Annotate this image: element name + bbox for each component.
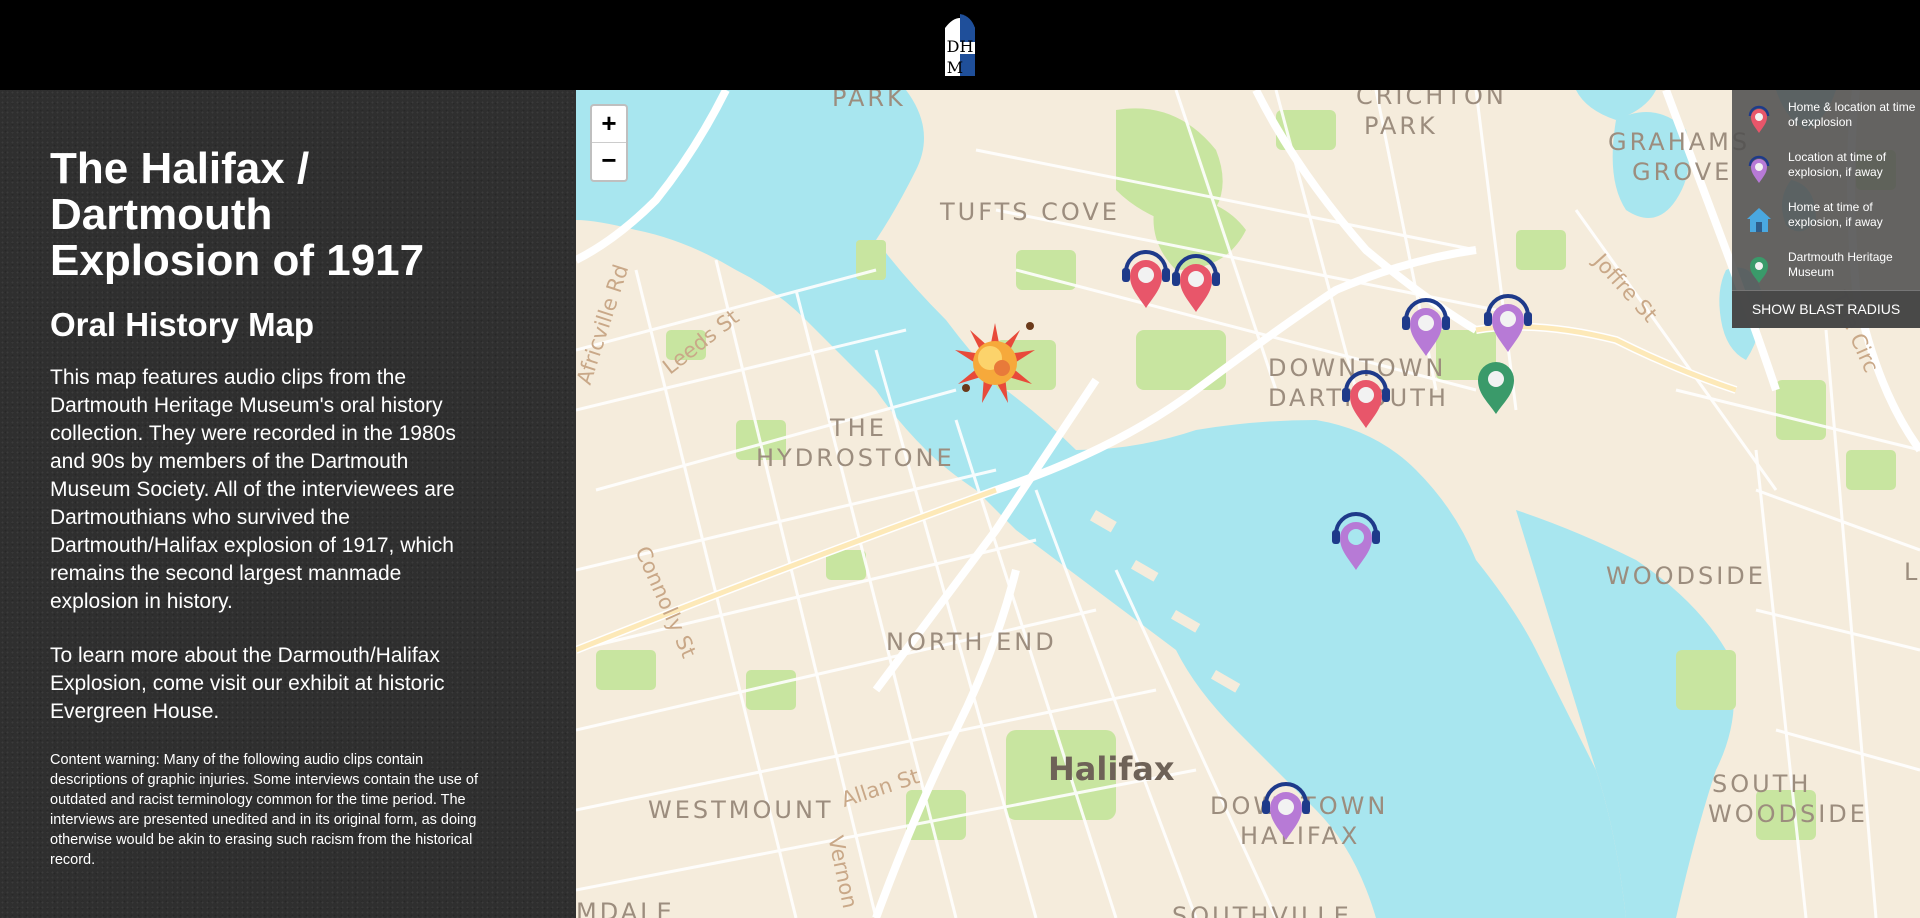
legend-label: Home at time of explosion, if away [1788, 200, 1883, 229]
map-label-the-hydrostone: THE [830, 414, 887, 442]
map-label-north-end: NORTH END [886, 628, 1057, 656]
svg-text:M: M [947, 58, 963, 76]
svg-text:DH: DH [947, 37, 974, 56]
map-view[interactable]: PARK CRICHTON PARK GRAHAMS GROVE TUFTS C… [576, 90, 1920, 918]
legend-item-museum: Dartmouth Heritage Museum [1746, 250, 1916, 290]
map-marker-home-explosion[interactable] [1340, 368, 1392, 430]
map-label-south-woodside: SOUTH [1712, 770, 1812, 798]
page-subtitle: Oral History Map [50, 306, 315, 343]
map-label-westmount: WESTMOUNT [648, 796, 834, 824]
legend-item-home-away: Home at time of explosion, if away [1746, 200, 1916, 240]
map-label-grahams-grove-line2: GROVE [1632, 158, 1733, 186]
map-label-halifax: Halifax [1048, 750, 1175, 788]
legend-label: Dartmouth Heritage Museum [1788, 250, 1893, 279]
legend-item-location-away: Location at time of explosion, if away [1746, 150, 1916, 190]
map-label-edge: L [1904, 558, 1920, 586]
intro-paragraph: This map features audio clips from the D… [50, 366, 456, 613]
explosion-marker[interactable] [950, 318, 1040, 408]
legend-label: Home & location at time of explosion [1788, 100, 1916, 129]
map-marker-location-away[interactable] [1400, 296, 1452, 358]
map-marker-home-explosion[interactable] [1120, 248, 1172, 310]
map-label-south-woodside-line2: WOODSIDE [1708, 800, 1868, 828]
map-label-grahams-grove: GRAHAMS [1608, 128, 1751, 156]
legend-item-home-explosion: Home & location at time of explosion [1746, 100, 1916, 140]
map-marker-location-away[interactable] [1482, 292, 1534, 354]
house-icon [1747, 208, 1771, 232]
map-marker-museum[interactable] [1470, 354, 1522, 416]
map-label-mdale: MDALE [576, 898, 675, 918]
map-label-tufts-cove: TUFTS COVE [940, 198, 1120, 226]
map-label-park: PARK [832, 90, 906, 112]
exhibit-paragraph: To learn more about the Darmouth/Halifax… [50, 644, 445, 723]
top-bar: DH M [0, 0, 1920, 90]
zoom-in-button[interactable]: + [592, 106, 626, 143]
map-pin-icon [1748, 105, 1770, 133]
content-warning: Content warning: Many of the following a… [50, 752, 478, 868]
map-pin-icon [1750, 257, 1768, 283]
map-marker-location-away[interactable] [1330, 510, 1382, 572]
map-marker-location-away[interactable] [1260, 780, 1312, 842]
map-marker-home-explosion[interactable] [1170, 252, 1222, 314]
map-label-the-hydrostone-line2: HYDROSTONE [756, 444, 955, 472]
show-blast-radius-button[interactable]: SHOW BLAST RADIUS [1732, 290, 1920, 328]
page-title: The Halifax / Dartmouth Explosion of 191… [50, 144, 425, 285]
legend-label: Location at time of explosion, if away [1788, 150, 1887, 179]
map-label-crichton-park: CRICHTON [1356, 90, 1507, 110]
dhm-logo[interactable]: DH M [943, 12, 977, 76]
map-label-southville: SOUTHVILLE [1172, 902, 1352, 918]
map-label-crichton-park-line2: PARK [1364, 112, 1438, 140]
map-legend: Home & location at time of explosion Loc… [1732, 90, 1920, 328]
info-sidebar: The Halifax / Dartmouth Explosion of 191… [0, 90, 576, 918]
map-label-woodside: WOODSIDE [1606, 562, 1766, 590]
map-pin-icon [1748, 155, 1770, 183]
zoom-out-button[interactable]: − [592, 143, 626, 180]
zoom-control: + − [590, 104, 628, 182]
